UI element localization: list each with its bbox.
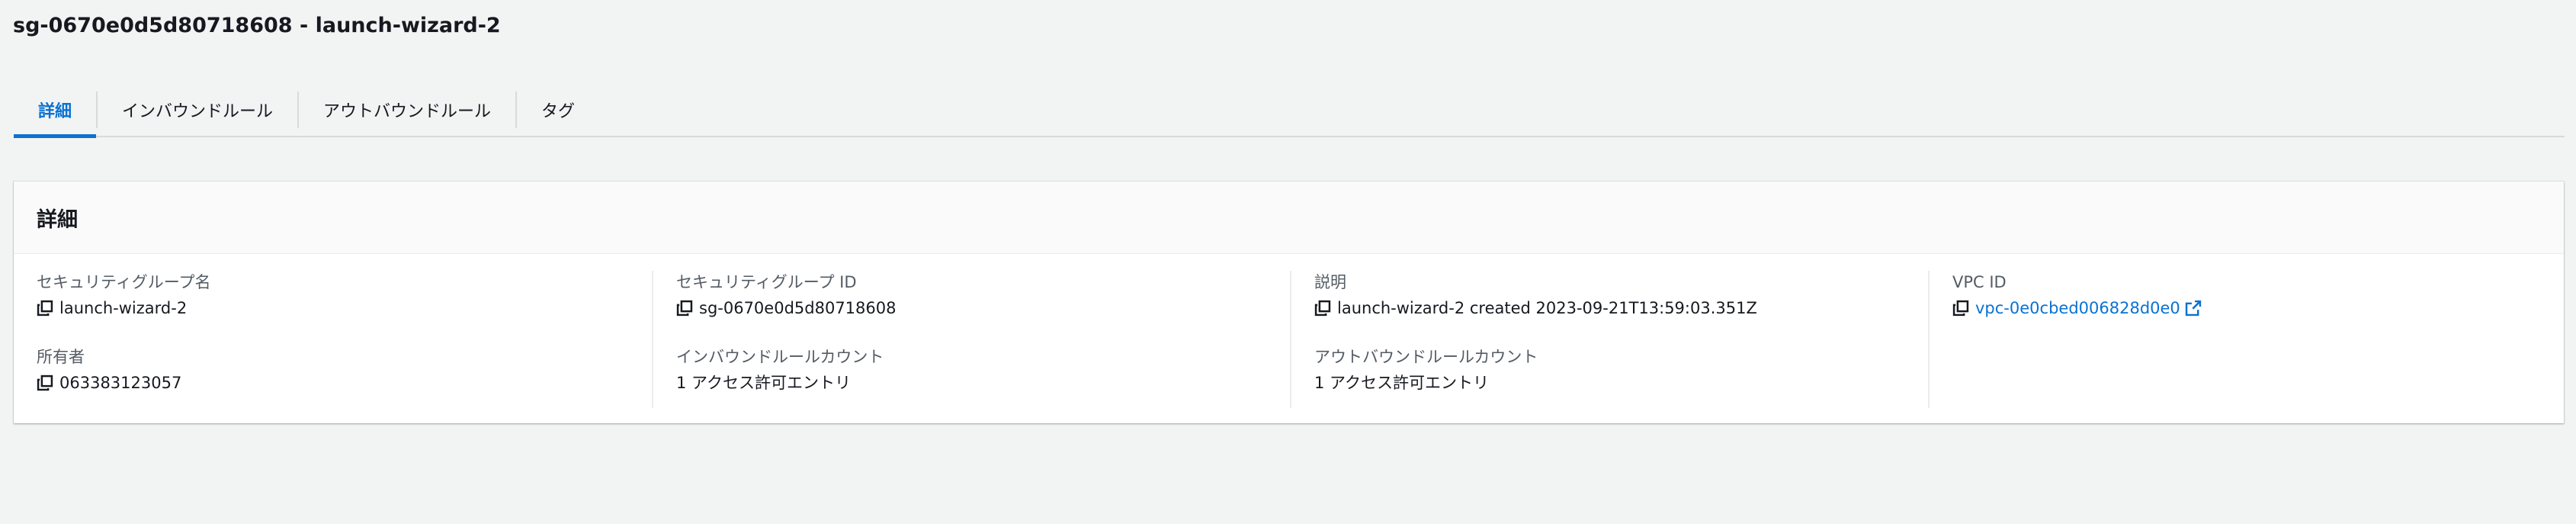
copy-icon[interactable] [37, 375, 53, 391]
tab-label: タグ [541, 102, 576, 121]
details-column-1: セキュリティグループ名 launch-wizard-2 所有者 06338312… [14, 271, 652, 408]
vpc-id-link[interactable]: vpc-0e0cbed006828d0e0 [1975, 295, 2180, 321]
page-title: sg-0670e0d5d80718608 - launch-wizard-2 [13, 14, 501, 37]
details-column-3: 説明 launch-wizard-2 created 2023-09-21T13… [1290, 271, 1928, 408]
owner-field: 所有者 063383123057 [37, 346, 652, 420]
vpc-id-label: VPC ID [1952, 273, 2007, 291]
inbound-rule-count-field: インバウンドルールカウント 1 アクセス許可エントリ [676, 346, 1290, 420]
outbound-rule-count-label: アウトバウンドルールカウント [1314, 348, 1538, 366]
copy-icon[interactable] [1314, 300, 1331, 317]
description-value: launch-wizard-2 created 2023-09-21T13:59… [1337, 299, 1757, 317]
security-group-name-label: セキュリティグループ名 [37, 273, 211, 291]
security-group-id-label: セキュリティグループ ID [676, 273, 857, 291]
copy-icon[interactable] [1952, 300, 1969, 317]
description-field: 説明 launch-wizard-2 created 2023-09-21T13… [1314, 271, 1928, 346]
tab-bar: 詳細 インバウンドルール アウトバウンドルール タグ [14, 84, 2565, 138]
tab-outbound-rules[interactable]: アウトバウンドルール [299, 84, 515, 136]
vpc-id-field: VPC ID vpc-0e0cbed006828d0e0 [1952, 271, 2566, 346]
details-panel: 詳細 セキュリティグループ名 launch-wizard-2 所有者 06338… [14, 182, 2564, 423]
copy-icon[interactable] [37, 300, 53, 317]
owner-label: 所有者 [37, 348, 85, 366]
details-panel-title: 詳細 [37, 207, 78, 232]
details-column-4: VPC ID vpc-0e0cbed006828d0e0 [1928, 271, 2566, 408]
description-label: 説明 [1314, 273, 1346, 291]
details-panel-body: セキュリティグループ名 launch-wizard-2 所有者 06338312… [14, 254, 2564, 423]
owner-value: 063383123057 [59, 374, 182, 392]
outbound-rule-count-field: アウトバウンドルールカウント 1 アクセス許可エントリ [1314, 346, 1928, 420]
outbound-rule-count-value: 1 アクセス許可エントリ [1314, 374, 1489, 392]
security-group-id-value: sg-0670e0d5d80718608 [699, 299, 897, 317]
inbound-rule-count-value: 1 アクセス許可エントリ [676, 374, 851, 392]
security-group-id-field: セキュリティグループ ID sg-0670e0d5d80718608 [676, 271, 1290, 346]
tab-inbound-rules[interactable]: インバウンドルール [98, 84, 297, 136]
copy-icon[interactable] [676, 300, 693, 317]
security-group-name-value: launch-wizard-2 [59, 299, 188, 317]
tab-label: インバウンドルール [122, 102, 274, 121]
details-panel-header: 詳細 [14, 182, 2564, 254]
details-column-2: セキュリティグループ ID sg-0670e0d5d80718608 インバウン… [652, 271, 1290, 408]
tab-label: アウトバウンドルール [323, 102, 492, 121]
security-group-name-field: セキュリティグループ名 launch-wizard-2 [37, 271, 652, 346]
tab-label: 詳細 [38, 102, 72, 121]
tab-details[interactable]: 詳細 [14, 84, 97, 138]
external-link-icon[interactable] [2185, 300, 2202, 317]
tab-tags[interactable]: タグ [517, 84, 599, 136]
inbound-rule-count-label: インバウンドルールカウント [676, 348, 884, 366]
